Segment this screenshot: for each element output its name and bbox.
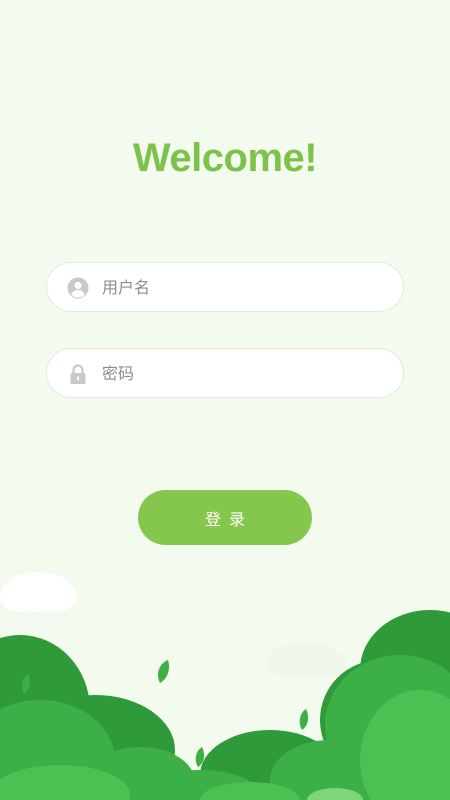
cloud-right — [265, 642, 347, 678]
password-field[interactable] — [46, 348, 404, 398]
cloud-left — [0, 572, 77, 612]
login-button[interactable]: 登录 — [138, 490, 312, 545]
forest-illustration — [0, 572, 450, 800]
password-input[interactable] — [102, 349, 382, 397]
page-title: Welcome! — [132, 136, 318, 180]
login-screen: Welcome! 登录 — [0, 0, 450, 800]
username-input[interactable] — [102, 263, 382, 311]
user-circle-icon — [67, 277, 89, 299]
lock-icon — [70, 364, 86, 384]
username-field[interactable] — [46, 262, 404, 312]
